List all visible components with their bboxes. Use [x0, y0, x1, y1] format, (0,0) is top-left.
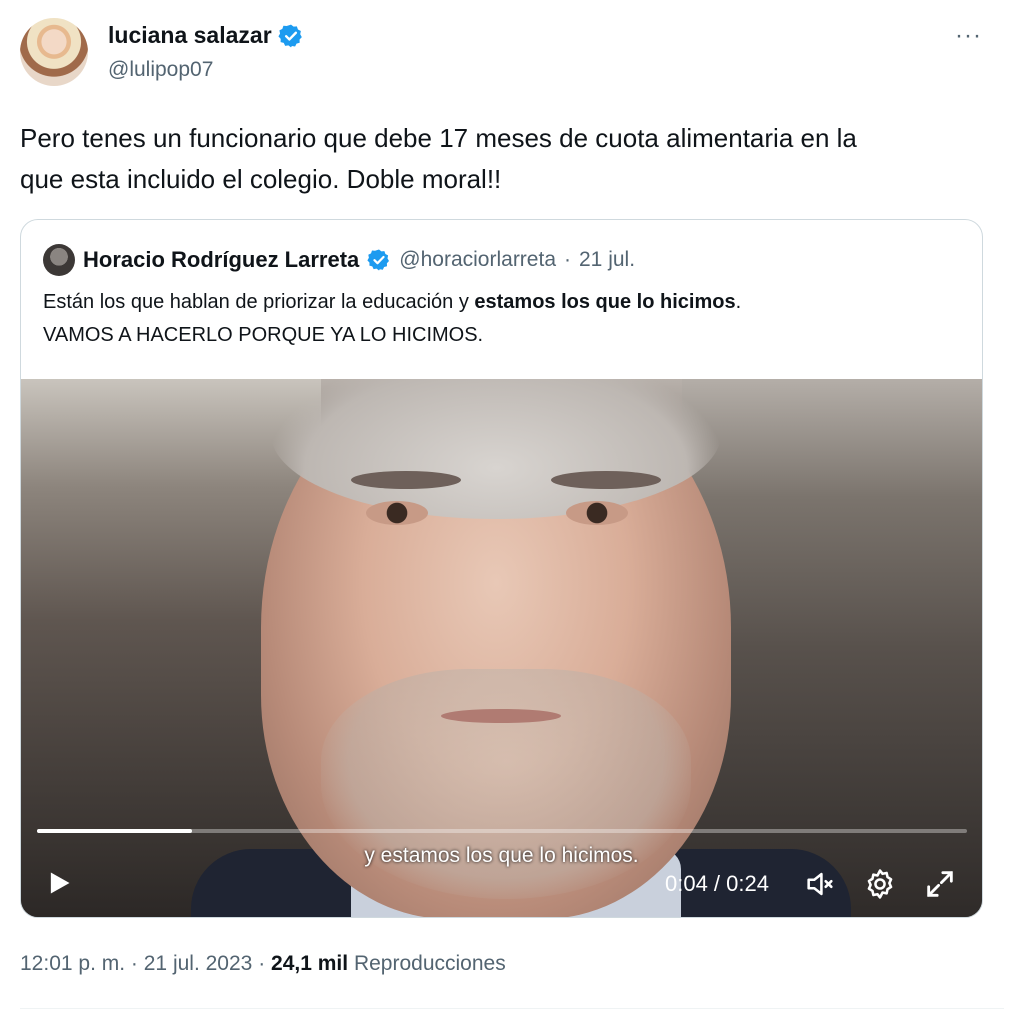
quoted-text-part-2: .	[735, 291, 742, 313]
play-icon[interactable]	[45, 869, 73, 897]
quoted-meta-separator: ·	[564, 248, 571, 271]
author-handle[interactable]: @lulipop07	[108, 58, 213, 82]
quoted-text-part-1: Están los que hablan de priorizar la edu…	[43, 291, 475, 313]
tweet-text-line-2: que esta incluido el colegio. Doble mora…	[20, 164, 502, 194]
video-progress-bar[interactable]	[37, 829, 967, 833]
video-figure-eye-right	[566, 501, 628, 525]
tweet-date[interactable]: 21 jul. 2023	[144, 952, 253, 975]
quoted-tweet-date: 21 jul.	[579, 248, 636, 271]
divider	[20, 1008, 1004, 1009]
meta-separator: ·	[130, 952, 138, 975]
tweet-meta-row: 12:01 p. m. · 21 jul. 2023 · 24,1 mil Re…	[20, 952, 506, 976]
tweet-text: Pero tenes un funcionario que debe 17 me…	[20, 118, 980, 200]
video-time: 0:04 / 0:24	[665, 871, 769, 896]
settings-icon[interactable]	[863, 867, 897, 901]
meta-separator: ·	[258, 952, 266, 975]
quoted-author-handle: @horaciorlarreta	[399, 248, 556, 271]
video-player[interactable]: y estamos los que lo hicimos. 0:04 / 0:2…	[21, 379, 982, 917]
quoted-text-bold: estamos los que lo hicimos	[474, 291, 736, 313]
fullscreen-icon[interactable]	[923, 867, 957, 901]
video-progress-fill	[37, 829, 193, 833]
quoted-text-line-2: VAMOS A HACERLO PORQUE YA LO HICIMOS.	[43, 324, 484, 346]
quoted-tweet-card[interactable]: Horacio Rodríguez Larreta @horaciorlarre…	[20, 219, 983, 918]
video-figure-eye-left	[366, 501, 428, 525]
author-display-name[interactable]: luciana salazar	[108, 22, 272, 49]
video-figure-brow-right	[551, 471, 661, 489]
video-figure-mouth	[441, 709, 561, 723]
quoted-tweet-header: Horacio Rodríguez Larreta @horaciorlarre…	[43, 244, 635, 276]
mute-icon[interactable]	[803, 867, 837, 901]
tweet-text-line-1: Pero tenes un funcionario que debe 17 me…	[20, 123, 857, 153]
author-avatar[interactable]	[20, 18, 88, 86]
more-options-button[interactable]: ···	[955, 22, 982, 50]
verified-badge-icon	[278, 24, 302, 47]
author-name-row: luciana salazar	[108, 22, 304, 49]
video-figure-brow-left	[351, 471, 461, 489]
verified-badge-icon	[367, 249, 390, 271]
views-label: Reproducciones	[353, 952, 506, 975]
video-controls: 0:04 / 0:24	[21, 859, 982, 915]
quoted-author-name: Horacio Rodríguez Larreta	[83, 247, 360, 272]
quoted-author-avatar	[43, 244, 75, 276]
views-count: 24,1 mil	[271, 952, 349, 975]
quoted-tweet-text: Están los que hablan de priorizar la edu…	[43, 286, 963, 352]
tweet-time[interactable]: 12:01 p. m.	[20, 952, 125, 975]
